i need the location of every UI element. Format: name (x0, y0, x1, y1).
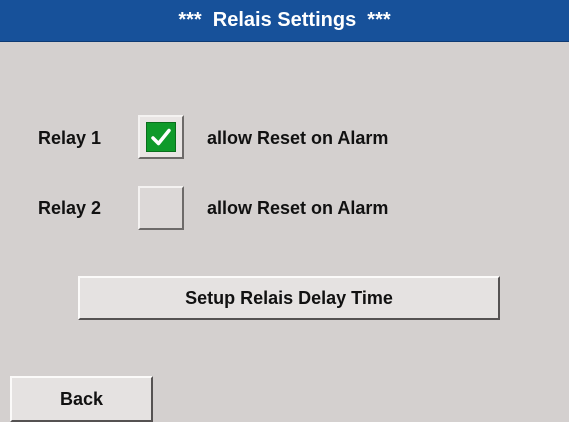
relay-1-reset-checkbox[interactable] (138, 115, 184, 159)
setup-relais-delay-time-button[interactable]: Setup Relais Delay Time (78, 276, 500, 320)
relay-1-reset-label: allow Reset on Alarm (207, 128, 389, 148)
relay-2-reset-checkbox[interactable] (138, 186, 184, 230)
relay-2-label: Relay 2 (38, 198, 102, 218)
back-button[interactable]: Back (10, 376, 153, 422)
checkmark-icon (146, 122, 176, 152)
checkmark-glyph (151, 128, 171, 146)
relay-1-label: Relay 1 (38, 128, 102, 148)
page-title: *** Relais Settings *** (0, 0, 569, 42)
relay-2-reset-label: allow Reset on Alarm (207, 198, 389, 218)
